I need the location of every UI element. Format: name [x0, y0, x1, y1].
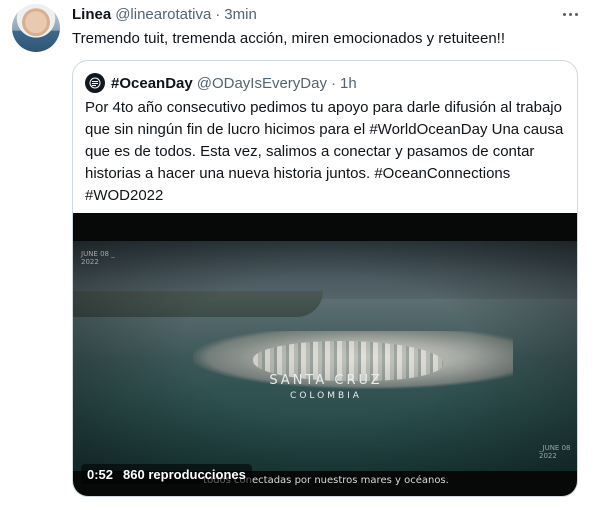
display-name[interactable]: Linea: [72, 6, 111, 23]
ocean-day-logo-icon[interactable]: [85, 73, 105, 93]
tweet-text: Tremendo tuit, tremenda acción, miren em…: [72, 30, 505, 47]
quoted-text-line: #WOD2022: [85, 187, 164, 204]
quoted-tweet-header: #OceanDay @ODayIsEveryDay · 1h: [85, 73, 357, 93]
avatar[interactable]: [12, 4, 60, 52]
more-options-button[interactable]: [560, 4, 580, 24]
separator-dot: ·: [330, 74, 336, 92]
tweet-header: Linea @linearotativa · 3min: [72, 6, 257, 23]
separator-dot: ·: [215, 6, 221, 23]
quoted-timestamp[interactable]: 1h: [340, 75, 357, 92]
video-date-stamp: JUNE 08 _ 2022: [81, 250, 115, 266]
quoted-tweet-text: Por 4to año consecutivo pedimos tu apoyo…: [85, 97, 567, 207]
tweet[interactable]: Linea @linearotativa · 3min Tremendo tui…: [0, 0, 600, 510]
video-frame: SANTA CRUZ COLOMBIA: [73, 241, 577, 471]
more-horizontal-icon: [562, 12, 566, 16]
quoted-text-line: historias a hacer una nueva historia jun…: [85, 165, 511, 182]
video-duration: 0:52: [87, 466, 114, 482]
quoted-display-name[interactable]: #OceanDay: [111, 75, 193, 92]
user-handle[interactable]: @linearotativa: [115, 6, 211, 23]
video-date-stamp: _JUNE 08 2022: [539, 444, 571, 460]
video-player[interactable]: SANTA CRUZ COLOMBIA JUNE 08 _ 2022 _JUNE…: [73, 213, 577, 496]
location-name: SANTA CRUZ: [269, 373, 383, 388]
video-location-caption: SANTA CRUZ COLOMBIA: [73, 373, 577, 403]
quoted-text-line: que sin ningún fin de lucro hicimos para…: [85, 121, 564, 138]
quoted-text-line: Por 4to año consecutivo pedimos tu apoyo…: [85, 99, 562, 116]
timestamp[interactable]: 3min: [224, 6, 257, 23]
quoted-tweet[interactable]: #OceanDay @ODayIsEveryDay · 1h Por 4to a…: [72, 60, 578, 497]
video-view-count: 860 reproducciones: [123, 466, 246, 482]
video-info-badge: 0:52 860 reproducciones: [81, 464, 252, 484]
location-country: COLOMBIA: [290, 391, 362, 401]
quoted-text-line: que es de todos. Esta vez, salimos a con…: [85, 143, 535, 160]
quoted-user-handle[interactable]: @ODayIsEveryDay: [197, 75, 327, 92]
